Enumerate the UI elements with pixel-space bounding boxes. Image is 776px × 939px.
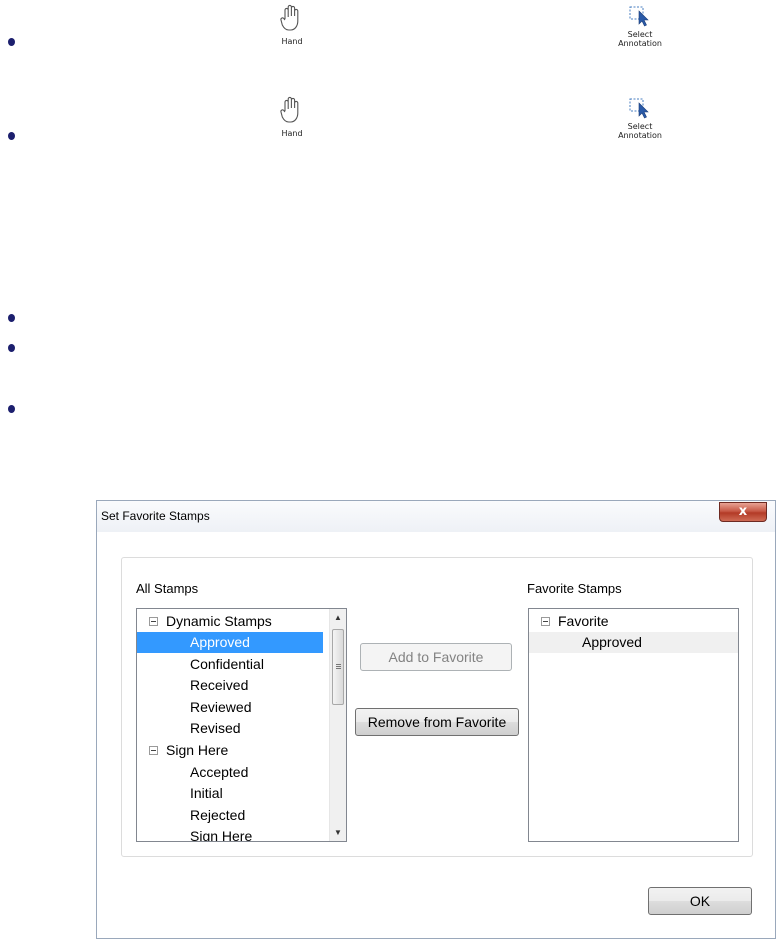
tree-item-rejected[interactable]: Rejected — [137, 805, 323, 826]
tree-item-received[interactable]: Received — [137, 675, 323, 696]
tree-group-favorite[interactable]: Favorite — [529, 611, 738, 632]
bullet — [8, 132, 15, 140]
scroll-up-icon[interactable]: ▲ — [330, 609, 346, 626]
grip-line — [336, 668, 341, 669]
grip-line — [336, 666, 341, 667]
select-label-line2: Annotation — [618, 39, 662, 48]
hand-label: Hand — [281, 37, 303, 46]
select-label-line1: Select — [627, 30, 653, 39]
remove-from-favorite-label: Remove from Favorite — [367, 714, 507, 730]
tree-item-reviewed[interactable]: Reviewed — [137, 697, 323, 718]
grip-line — [336, 664, 341, 665]
add-to-favorite-button[interactable]: Add to Favorite — [360, 643, 512, 671]
hand-icon — [280, 96, 299, 123]
tree-item-label: Confidential — [190, 656, 264, 672]
tree-item-label: Rejected — [190, 807, 246, 823]
bullet — [8, 344, 15, 352]
select-label-line2: Annotation — [618, 131, 662, 140]
select-annotation-icon — [629, 6, 649, 27]
tree-item-approved[interactable]: Approved — [137, 632, 323, 653]
tree-item-label: Accepted — [190, 764, 249, 780]
tree-item-label: Favorite — [558, 613, 609, 629]
tree-group-dynamic-stamps[interactable]: Dynamic Stamps — [137, 611, 323, 632]
tree-item-label: Reviewed — [190, 699, 252, 715]
all-stamps-scrollbar[interactable]: ▲ ▼ — [329, 609, 346, 841]
dialog-title: Set Favorite Stamps — [101, 509, 210, 523]
collapse-icon[interactable] — [541, 617, 550, 626]
favorite-stamps-header: Favorite Stamps — [527, 581, 622, 596]
tree-item-label: Sign Here — [166, 742, 229, 758]
tree-item-label: Dynamic Stamps — [166, 613, 272, 629]
tree-item-revised[interactable]: Revised — [137, 718, 323, 739]
tree-item-accepted[interactable]: Accepted — [137, 762, 323, 783]
tree-group-sign-here[interactable]: Sign Here — [137, 740, 323, 761]
add-to-favorite-label: Add to Favorite — [388, 649, 484, 665]
dialog-titlebar[interactable]: Set Favorite Stamps x — [97, 501, 775, 532]
tree-item-initial[interactable]: Initial — [137, 783, 323, 804]
tree-item-sign-here[interactable]: Sign Here — [137, 826, 323, 842]
hand-icon — [280, 4, 299, 31]
tree-item-label: Approved — [190, 634, 250, 650]
tree-item-label: Initial — [190, 785, 223, 801]
scroll-down-icon[interactable]: ▼ — [330, 824, 346, 841]
select-annotation-tool[interactable]: Select Annotation — [610, 5, 670, 48]
bullet — [8, 38, 15, 46]
ok-label: OK — [689, 893, 711, 909]
hand-tool[interactable]: Hand — [262, 95, 322, 138]
tree-item-label: Received — [190, 677, 249, 693]
tree-item-label: Sign Here — [190, 828, 253, 842]
close-icon: x — [738, 504, 748, 519]
scrollbar-thumb[interactable] — [332, 629, 344, 705]
hand-label: Hand — [281, 129, 303, 138]
collapse-icon[interactable] — [149, 746, 158, 755]
all-stamps-tree[interactable]: Dynamic Stamps Approved Confidential Rec… — [136, 608, 347, 842]
favorite-stamps-tree[interactable]: Favorite Approved — [528, 608, 739, 842]
select-annotation-icon — [629, 98, 649, 119]
all-stamps-header: All Stamps — [136, 581, 199, 596]
tree-item-label: Approved — [582, 634, 642, 650]
select-annotation-tool[interactable]: Select Annotation — [610, 97, 670, 140]
ok-button[interactable]: OK — [648, 887, 752, 915]
tree-item-confidential[interactable]: Confidential — [137, 654, 323, 675]
hand-tool[interactable]: Hand — [262, 3, 322, 46]
bullet — [8, 405, 15, 413]
collapse-icon[interactable] — [149, 617, 158, 626]
select-label-line1: Select — [627, 122, 653, 131]
tree-item-label: Revised — [190, 720, 241, 736]
close-button[interactable]: x — [719, 502, 767, 522]
remove-from-favorite-button[interactable]: Remove from Favorite — [355, 708, 519, 736]
stamps-group: All Stamps Favorite Stamps Dynamic Stamp… — [121, 557, 753, 857]
bullet — [8, 314, 15, 322]
set-favorite-stamps-dialog: Set Favorite Stamps x All Stamps Favorit… — [96, 500, 776, 939]
tree-item-approved[interactable]: Approved — [529, 632, 738, 653]
